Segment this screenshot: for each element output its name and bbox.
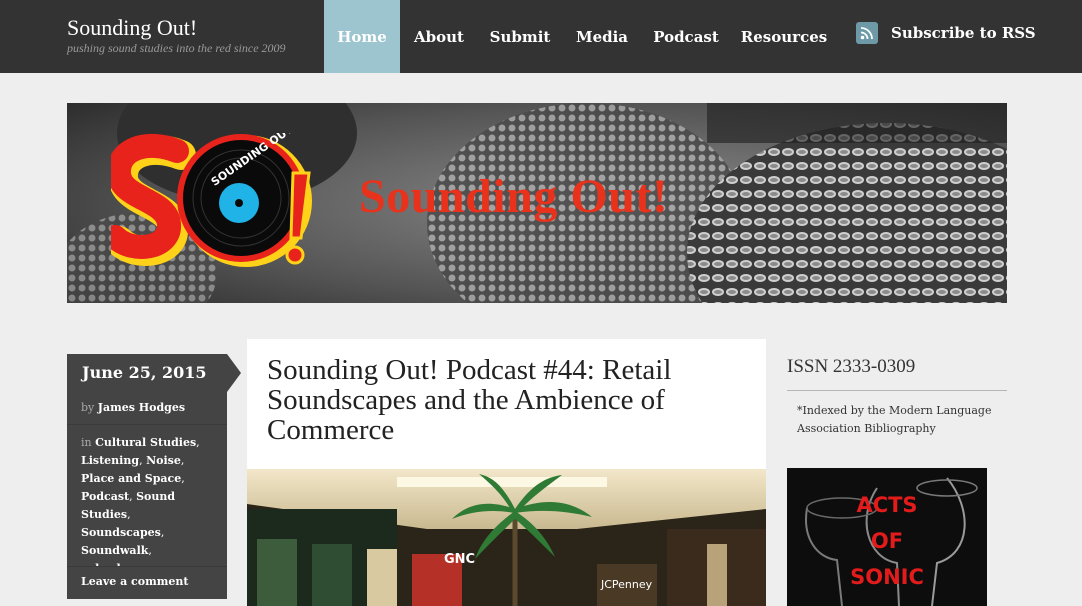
rss-icon <box>856 22 878 44</box>
post-title[interactable]: Sounding Out! Podcast #44: Retail Sounds… <box>267 355 737 445</box>
post-author-meta: by James Hodges <box>67 392 227 424</box>
issn-heading: ISSN 2333-0309 <box>787 356 916 377</box>
category-link[interactable]: Soundscapes <box>81 526 161 539</box>
category-link[interactable]: Podcast <box>81 490 129 503</box>
post-categories: in Cultural Studies, Listening, Noise, P… <box>67 424 227 575</box>
leave-comment-link[interactable]: Leave a comment <box>67 566 227 599</box>
nav-about[interactable]: About <box>400 0 478 73</box>
site-header: Sounding Out! pushing sound studies into… <box>0 0 1082 73</box>
site-brand[interactable]: Sounding Out! pushing sound studies into… <box>67 15 286 55</box>
post-date-tab: June 25, 2015 <box>67 354 241 392</box>
ad-line: SONIC <box>850 565 924 589</box>
ad-line: ACTS <box>856 493 918 517</box>
category-link[interactable]: Place and Space <box>81 472 181 485</box>
acts-of-sonic-series-banner[interactable]: ACTS OF SONIC <box>787 468 987 606</box>
header-banner[interactable]: SOUNDING OUT! Sounding Out! <box>67 103 1007 303</box>
nav-submit[interactable]: Submit <box>478 0 562 73</box>
site-tagline: pushing sound studies into the red since… <box>67 41 286 55</box>
nav-podcast[interactable]: Podcast <box>642 0 730 73</box>
category-link[interactable]: Cultural Studies <box>95 436 196 449</box>
nav-home[interactable]: Home <box>324 0 400 73</box>
post-article: Sounding Out! Podcast #44: Retail Sounds… <box>247 339 766 606</box>
author-prefix: by <box>81 401 95 414</box>
nav-resources[interactable]: Resources <box>730 0 838 73</box>
post-featured-image[interactable]: GNC JCPenney <box>247 469 766 606</box>
site-title[interactable]: Sounding Out! <box>67 15 286 41</box>
sidebar-divider <box>787 390 1007 391</box>
index-note: *Indexed by the Modern Language Associat… <box>797 404 992 435</box>
category-link[interactable]: Noise <box>146 454 181 467</box>
post-date: June 25, 2015 <box>82 363 207 382</box>
nav-media[interactable]: Media <box>562 0 642 73</box>
category-link[interactable]: Soundwalk <box>81 544 148 557</box>
author-link[interactable]: James Hodges <box>98 401 185 414</box>
sounding-out-logo: SOUNDING OUT! <box>111 133 312 267</box>
ad-line: OF <box>870 529 904 553</box>
subscribe-rss-link[interactable]: Subscribe to RSS <box>856 21 1036 45</box>
image-sign-gnc: GNC <box>444 552 475 567</box>
main-nav: Home About Submit Media Podcast Resource… <box>324 0 838 73</box>
banner-title: Sounding Out! <box>359 170 669 223</box>
rss-label: Subscribe to RSS <box>891 24 1036 42</box>
categories-prefix: in <box>81 436 92 449</box>
image-sign-jcpenney: JCPenney <box>600 578 653 591</box>
category-link[interactable]: Listening <box>81 454 139 467</box>
